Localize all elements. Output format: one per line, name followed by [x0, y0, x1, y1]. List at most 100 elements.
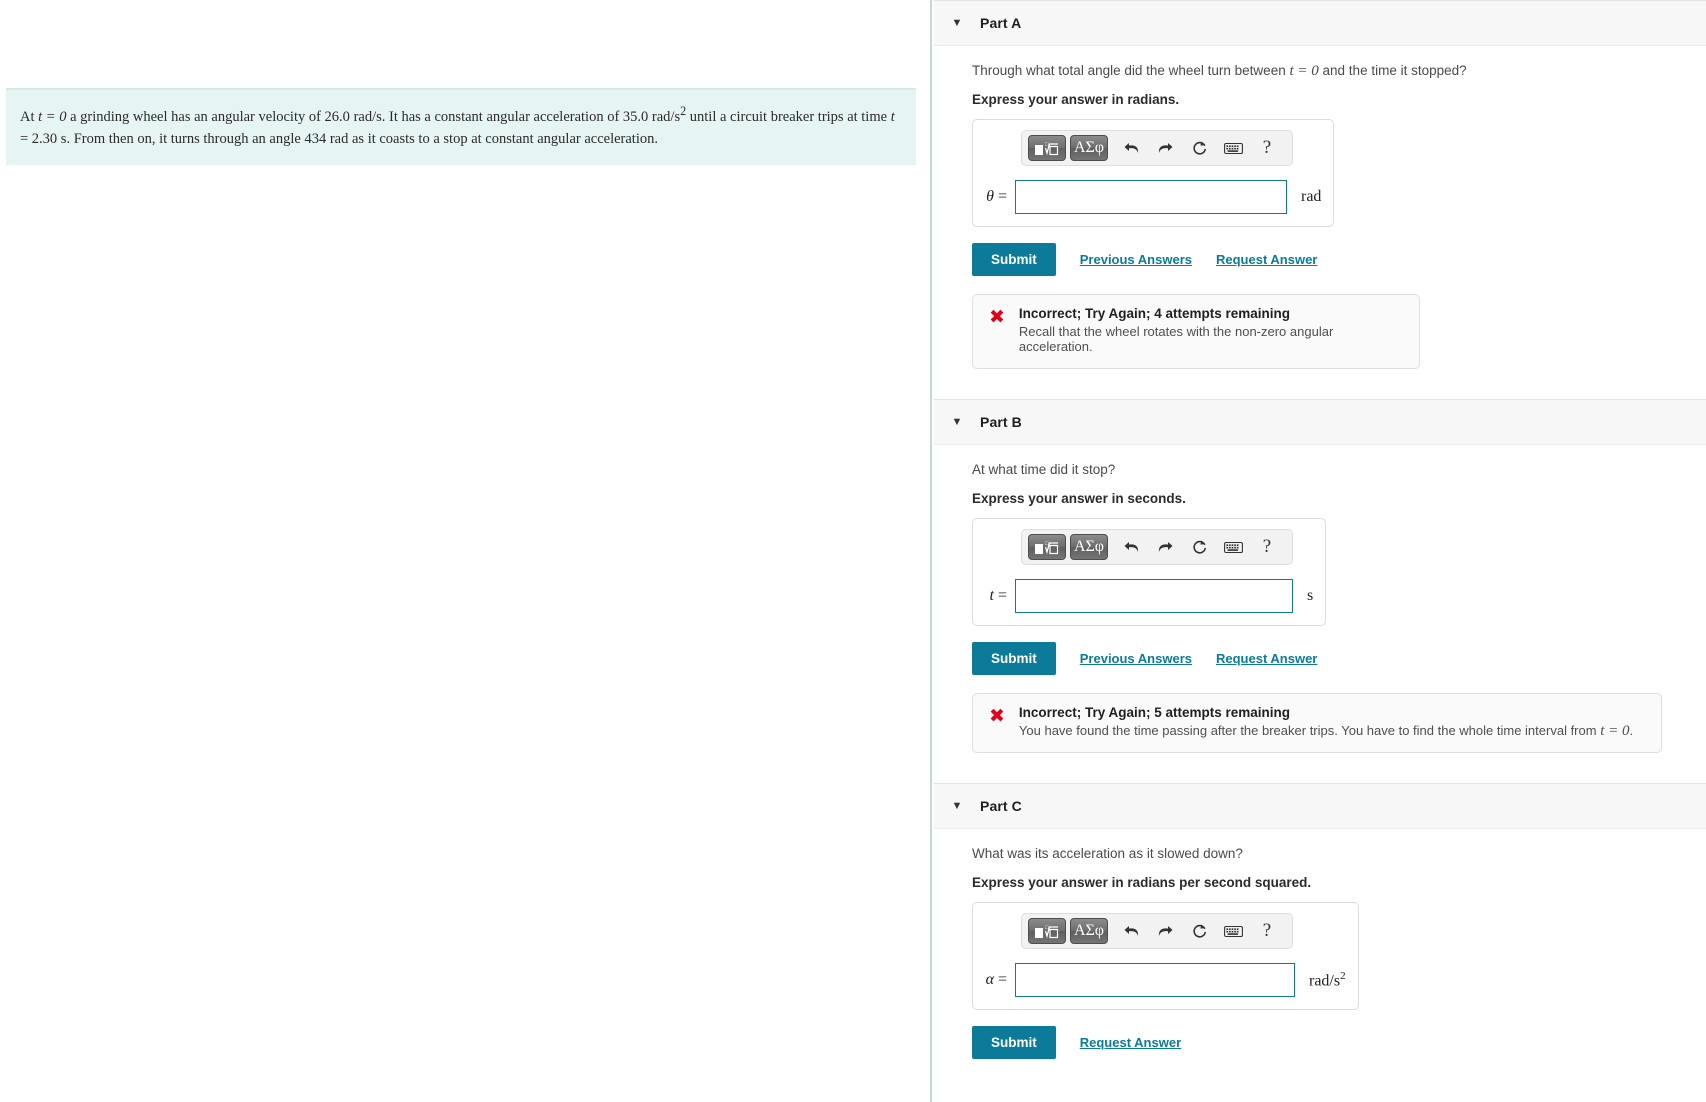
- part-section-c: ▼ Part C What was its acceleration as it…: [934, 783, 1706, 1089]
- redo-icon[interactable]: [1150, 135, 1180, 161]
- question-text: At what time did it stop?: [972, 462, 1706, 479]
- variable-label: α =: [985, 971, 1007, 988]
- parts-pane: ▼ Part A Through what total angle did th…: [934, 0, 1706, 1102]
- help-icon[interactable]: ?: [1252, 918, 1282, 944]
- express-answer-instruction: Express your answer in radians.: [972, 92, 1180, 107]
- answer-entry-box: □ ΑΣφ: [972, 518, 1327, 626]
- part-title: Part A: [980, 15, 1022, 31]
- problem-text-mid: a grinding wheel has an angular velocity…: [70, 108, 350, 125]
- chevron-down-icon[interactable]: ▼: [934, 416, 980, 428]
- submit-row: Submit Request Answer: [972, 1026, 1706, 1059]
- variable-label: t =: [989, 587, 1007, 604]
- problem-statement-pane: At t = 0 a grinding wheel has an angular…: [0, 0, 932, 1102]
- answer-input-row: t = s: [985, 579, 1313, 613]
- feedback-message: ✖ Incorrect; Try Again; 5 attempts remai…: [972, 693, 1662, 753]
- question-text-pre: Through what total angle did the wheel t…: [972, 63, 1290, 78]
- template-insert-icon[interactable]: □: [1028, 918, 1066, 944]
- previous-answers-link[interactable]: Previous Answers: [1080, 651, 1192, 666]
- feedback-title: Incorrect; Try Again; 4 attempts remaini…: [1018, 306, 1290, 321]
- undo-icon[interactable]: [1116, 918, 1146, 944]
- math-toolbar: □ ΑΣφ ?: [1021, 529, 1293, 565]
- submit-button[interactable]: Submit: [972, 243, 1056, 276]
- answer-input-row: θ = rad: [985, 180, 1321, 214]
- reset-icon[interactable]: [1184, 534, 1214, 560]
- submit-row: Submit Previous Answers Request Answer: [972, 642, 1706, 675]
- undo-icon[interactable]: [1116, 135, 1146, 161]
- part-header-c[interactable]: ▼ Part C: [934, 783, 1706, 829]
- express-answer-instruction: Express your answer in radians per secon…: [972, 875, 1312, 890]
- problem-text-line2-mid: = 2.30 s. From then on, it turns through…: [20, 131, 327, 148]
- units-label: rad/s2: [1309, 969, 1346, 990]
- error-x-icon: ✖: [989, 705, 1005, 727]
- template-insert-icon[interactable]: □: [1028, 534, 1066, 560]
- feedback-detail-math: t = 0: [1600, 723, 1630, 739]
- greek-symbols-icon[interactable]: ΑΣφ: [1070, 918, 1108, 944]
- keyboard-icon[interactable]: [1218, 918, 1248, 944]
- part-header-a[interactable]: ▼ Part A: [934, 0, 1706, 46]
- answer-entry-box: □ ΑΣφ: [972, 119, 1335, 227]
- answer-input-row: α = rad/s2: [985, 963, 1346, 997]
- submit-button[interactable]: Submit: [972, 642, 1056, 675]
- question-text: Through what total angle did the wheel t…: [972, 63, 1706, 80]
- problem-math-t0: t = 0: [38, 108, 67, 125]
- feedback-detail-pre: Recall that the wheel rotates with the n…: [1018, 324, 1334, 354]
- problem-unit-rad: rad: [329, 131, 349, 148]
- chevron-down-icon[interactable]: ▼: [934, 800, 980, 812]
- chevron-down-icon[interactable]: ▼: [934, 17, 980, 29]
- problem-text-end: until a circuit breaker trips at time: [689, 108, 888, 125]
- part-body: At what time did it stop? Express your a…: [934, 445, 1706, 783]
- help-icon[interactable]: ?: [1252, 534, 1282, 560]
- feedback-detail: You have found the time passing after th…: [1019, 723, 1633, 740]
- submit-button[interactable]: Submit: [972, 1026, 1056, 1059]
- request-answer-link[interactable]: Request Answer: [1216, 651, 1317, 666]
- units-label: rad: [1301, 188, 1322, 205]
- help-icon[interactable]: ?: [1252, 135, 1282, 161]
- question-math: t = 0: [1289, 63, 1319, 79]
- problem-statement-text: At t = 0 a grinding wheel has an angular…: [20, 102, 902, 151]
- question-text-post: and the time it stopped?: [1322, 63, 1467, 78]
- answer-entry-box: □ ΑΣφ: [972, 902, 1359, 1010]
- redo-icon[interactable]: [1150, 534, 1180, 560]
- question-text: What was its acceleration as it slowed d…: [972, 846, 1706, 863]
- problem-text-pre: At: [20, 108, 35, 125]
- page-root: At t = 0 a grinding wheel has an angular…: [0, 0, 1706, 1102]
- question-text-pre: At what time did it stop?: [972, 462, 1116, 477]
- greek-symbols-icon[interactable]: ΑΣφ: [1070, 534, 1108, 560]
- answer-input[interactable]: [1015, 963, 1295, 997]
- request-answer-link[interactable]: Request Answer: [1080, 1035, 1181, 1050]
- undo-icon[interactable]: [1116, 534, 1146, 560]
- answer-input[interactable]: [1015, 579, 1293, 613]
- part-spacer: [972, 753, 1706, 783]
- greek-symbols-icon[interactable]: ΑΣφ: [1070, 135, 1108, 161]
- keyboard-icon[interactable]: [1218, 534, 1248, 560]
- reset-icon[interactable]: [1184, 135, 1214, 161]
- units-label: s: [1307, 587, 1314, 604]
- template-insert-icon[interactable]: □: [1028, 135, 1066, 161]
- problem-statement-box: At t = 0 a grinding wheel has an angular…: [6, 88, 916, 165]
- problem-unit-rads-2: rad/s: [651, 108, 681, 125]
- redo-icon[interactable]: [1150, 918, 1180, 944]
- problem-math-t: t: [890, 108, 895, 125]
- part-section-b: ▼ Part B At what time did it stop? Expre…: [934, 399, 1706, 783]
- math-toolbar: □ ΑΣφ ?: [1021, 130, 1293, 166]
- feedback-detail-post: .: [1629, 723, 1634, 738]
- previous-answers-link[interactable]: Previous Answers: [1080, 252, 1192, 267]
- part-title: Part C: [980, 798, 1022, 814]
- request-answer-link[interactable]: Request Answer: [1216, 252, 1317, 267]
- feedback-body: Incorrect; Try Again; 4 attempts remaini…: [1019, 306, 1403, 356]
- parts-container: ▼ Part A Through what total angle did th…: [934, 0, 1706, 1089]
- part-body: Through what total angle did the wheel t…: [934, 46, 1706, 399]
- question-text-pre: What was its acceleration as it slowed d…: [972, 846, 1243, 861]
- part-header-b[interactable]: ▼ Part B: [934, 399, 1706, 445]
- problem-text-mid2: . It has a constant angular acceleration…: [381, 108, 649, 125]
- answer-input[interactable]: [1015, 180, 1287, 214]
- problem-unit-exponent: 2: [680, 104, 687, 118]
- part-spacer: [972, 369, 1706, 399]
- feedback-detail-pre: You have found the time passing after th…: [1018, 723, 1601, 738]
- part-spacer: [972, 1059, 1706, 1089]
- submit-row: Submit Previous Answers Request Answer: [972, 243, 1706, 276]
- feedback-body: Incorrect; Try Again; 5 attempts remaini…: [1019, 705, 1633, 740]
- problem-text-line2-end: as it coasts to a stop at constant angul…: [351, 131, 658, 148]
- reset-icon[interactable]: [1184, 918, 1214, 944]
- keyboard-icon[interactable]: [1218, 135, 1248, 161]
